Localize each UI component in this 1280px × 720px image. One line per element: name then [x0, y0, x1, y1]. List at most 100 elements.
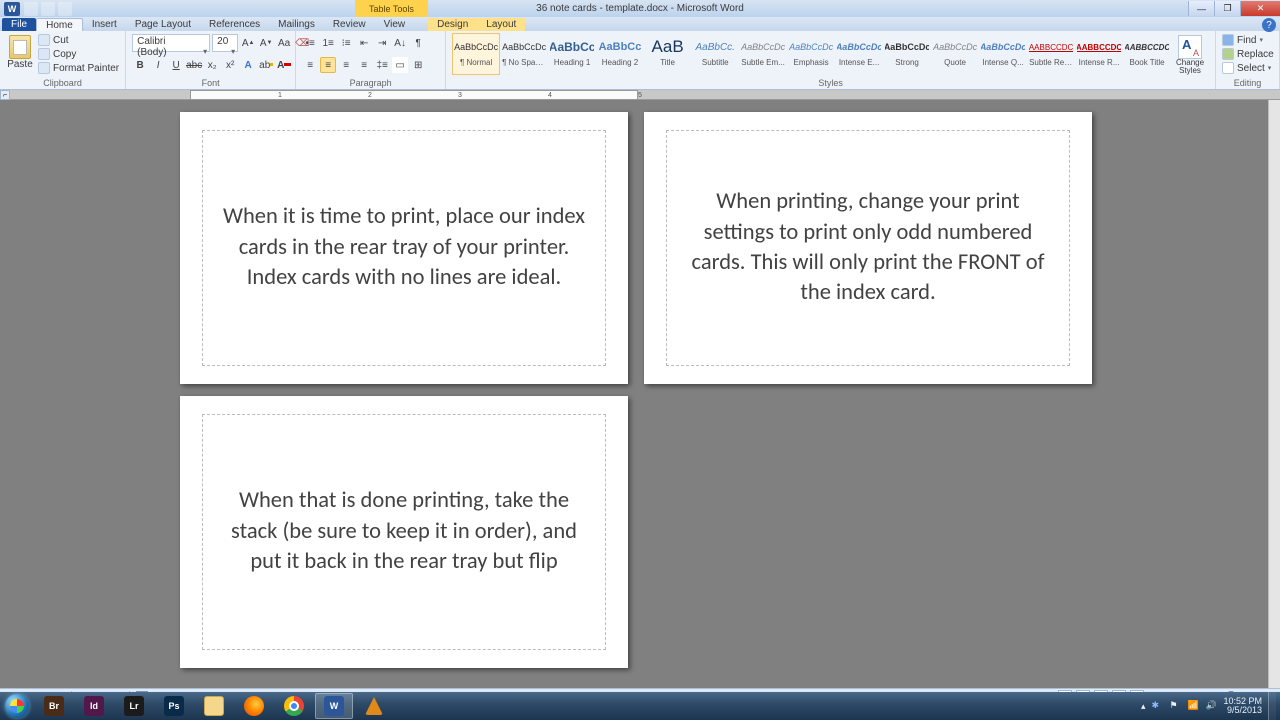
tab-view[interactable]: View [375, 18, 415, 31]
style-emphasis[interactable]: AaBbCcDcEmphasis [787, 33, 835, 75]
taskbar-app-ps[interactable]: Ps [155, 693, 193, 719]
card-text: When printing, change your print setting… [681, 187, 1055, 309]
tab-insert[interactable]: Insert [83, 18, 126, 31]
copy-icon [38, 48, 50, 60]
group-paragraph-label: Paragraph [302, 78, 439, 89]
style-subtle-em---[interactable]: AaBbCcDcSubtle Em... [739, 33, 787, 75]
select-button[interactable]: Select▾ [1222, 61, 1271, 75]
style-book-title[interactable]: AABBCCDCBook Title [1123, 33, 1171, 75]
paste-label: Paste [6, 59, 34, 70]
style-subtle-ref---[interactable]: AABBCCDCSubtle Ref... [1027, 33, 1075, 75]
align-left-button[interactable]: ≡ [302, 57, 318, 73]
style-heading-2[interactable]: AaBbCcHeading 2 [596, 33, 644, 75]
underline-button[interactable]: U [168, 57, 184, 73]
shrink-font-button[interactable]: A▼ [258, 35, 274, 51]
borders-button[interactable]: ⊞ [410, 57, 426, 73]
superscript-button[interactable]: x² [222, 57, 238, 73]
shading-button[interactable]: ▭ [392, 57, 408, 73]
qat-redo-icon[interactable] [58, 2, 72, 16]
style-quote[interactable]: AaBbCcDcQuote [931, 33, 979, 75]
sort-button[interactable]: A↓ [392, 35, 408, 51]
minimize-button[interactable]: — [1188, 1, 1214, 16]
style-heading-1[interactable]: AaBbCcHeading 1 [548, 33, 596, 75]
close-button[interactable]: ✕ [1240, 1, 1280, 16]
taskbar-app-explorer[interactable] [195, 693, 233, 719]
style-strong[interactable]: AaBbCcDcStrong [883, 33, 931, 75]
tab-page-layout[interactable]: Page Layout [126, 18, 200, 31]
style-intense-q---[interactable]: AaBbCcDcIntense Q... [979, 33, 1027, 75]
tab-file[interactable]: File [2, 18, 36, 31]
highlight-button[interactable]: ab [258, 57, 274, 73]
strikethrough-button[interactable]: abc [186, 57, 202, 73]
taskbar-app-w[interactable]: W [315, 693, 353, 719]
taskbar-app-vlc[interactable] [355, 693, 393, 719]
taskbar-app-lr[interactable]: Lr [115, 693, 153, 719]
increase-indent-button[interactable]: ⇥ [374, 35, 390, 51]
style---normal[interactable]: AaBbCcDc¶ Normal [452, 33, 500, 75]
replace-button[interactable]: Replace [1222, 47, 1274, 61]
show-marks-button[interactable]: ¶ [410, 35, 426, 51]
text-effects-button[interactable]: A [240, 57, 256, 73]
bold-button[interactable]: B [132, 57, 148, 73]
group-editing-label: Editing [1222, 78, 1273, 89]
style---no-spaci---[interactable]: AaBbCcDc¶ No Spaci... [500, 33, 548, 75]
format-painter-button[interactable]: Format Painter [38, 61, 119, 75]
start-button[interactable] [0, 692, 34, 720]
qat-save-icon[interactable] [24, 2, 38, 16]
tray-action-center-icon[interactable]: ⚑ [1169, 700, 1181, 712]
taskbar-app-chrome[interactable] [275, 693, 313, 719]
style-subtitle[interactable]: AaBbCc.Subtitle [691, 33, 739, 75]
tab-selector-button[interactable]: ⌐ [0, 90, 10, 100]
vertical-scrollbar[interactable] [1268, 100, 1280, 692]
paste-button[interactable]: Paste [6, 33, 34, 70]
multilevel-list-button[interactable]: ⁝≡ [338, 35, 354, 51]
group-clipboard: Paste Cut Copy Format Painter Clipboard [0, 31, 126, 89]
show-desktop-button[interactable] [1268, 692, 1276, 720]
tray-clock[interactable]: 10:52 PM 9/5/2013 [1223, 697, 1262, 716]
align-center-button[interactable]: ≡ [320, 57, 336, 73]
replace-icon [1222, 48, 1234, 60]
tray-network-icon[interactable]: 📶 [1187, 700, 1199, 712]
change-case-button[interactable]: Aa [276, 35, 292, 51]
change-styles-button[interactable]: Change Styles [1171, 33, 1209, 75]
tray-volume-icon[interactable]: 🔊 [1205, 700, 1217, 712]
line-spacing-button[interactable]: ‡≡ [374, 57, 390, 73]
tab-layout[interactable]: Layout [477, 18, 525, 31]
taskbar-app-id[interactable]: Id [75, 693, 113, 719]
index-card-2[interactable]: When printing, change your print setting… [644, 112, 1092, 384]
styles-gallery[interactable]: AaBbCcDc¶ NormalAaBbCcDc¶ No Spaci...AaB… [452, 33, 1171, 75]
group-clipboard-label: Clipboard [6, 78, 119, 89]
cut-button[interactable]: Cut [38, 33, 119, 47]
tab-home[interactable]: Home [36, 18, 83, 31]
taskbar-app-firefox[interactable] [235, 693, 273, 719]
style-title[interactable]: AaBTitle [644, 33, 692, 75]
font-family-select[interactable]: Calibri (Body) [132, 34, 210, 52]
justify-button[interactable]: ≡ [356, 57, 372, 73]
index-card-1[interactable]: When it is time to print, place our inde… [180, 112, 628, 384]
tab-review[interactable]: Review [324, 18, 375, 31]
tab-design[interactable]: Design [428, 18, 477, 31]
tab-references[interactable]: References [200, 18, 269, 31]
tray-show-hidden-icon[interactable]: ▴ [1141, 701, 1146, 712]
tab-mailings[interactable]: Mailings [269, 18, 324, 31]
find-button[interactable]: Find▾ [1222, 33, 1263, 47]
qat-undo-icon[interactable] [41, 2, 55, 16]
tray-bluetooth-icon[interactable]: ✱ [1151, 700, 1163, 712]
align-right-button[interactable]: ≡ [338, 57, 354, 73]
style-intense-r---[interactable]: AABBCCDCIntense R... [1075, 33, 1123, 75]
bullets-button[interactable]: •≡ [302, 35, 318, 51]
numbering-button[interactable]: 1≡ [320, 35, 336, 51]
subscript-button[interactable]: x₂ [204, 57, 220, 73]
font-color-button[interactable]: A [276, 57, 292, 73]
decrease-indent-button[interactable]: ⇤ [356, 35, 372, 51]
font-size-select[interactable]: 20 [212, 34, 238, 52]
help-icon[interactable]: ? [1262, 18, 1276, 32]
horizontal-ruler[interactable]: 12345 [190, 90, 638, 100]
index-card-3[interactable]: When that is done printing, take the sta… [180, 396, 628, 668]
style-intense-e---[interactable]: AaBbCcDcIntense E... [835, 33, 883, 75]
restore-button[interactable]: ❐ [1214, 1, 1240, 16]
grow-font-button[interactable]: A▲ [240, 35, 256, 51]
italic-button[interactable]: I [150, 57, 166, 73]
copy-button[interactable]: Copy [38, 47, 119, 61]
taskbar-app-br[interactable]: Br [35, 693, 73, 719]
